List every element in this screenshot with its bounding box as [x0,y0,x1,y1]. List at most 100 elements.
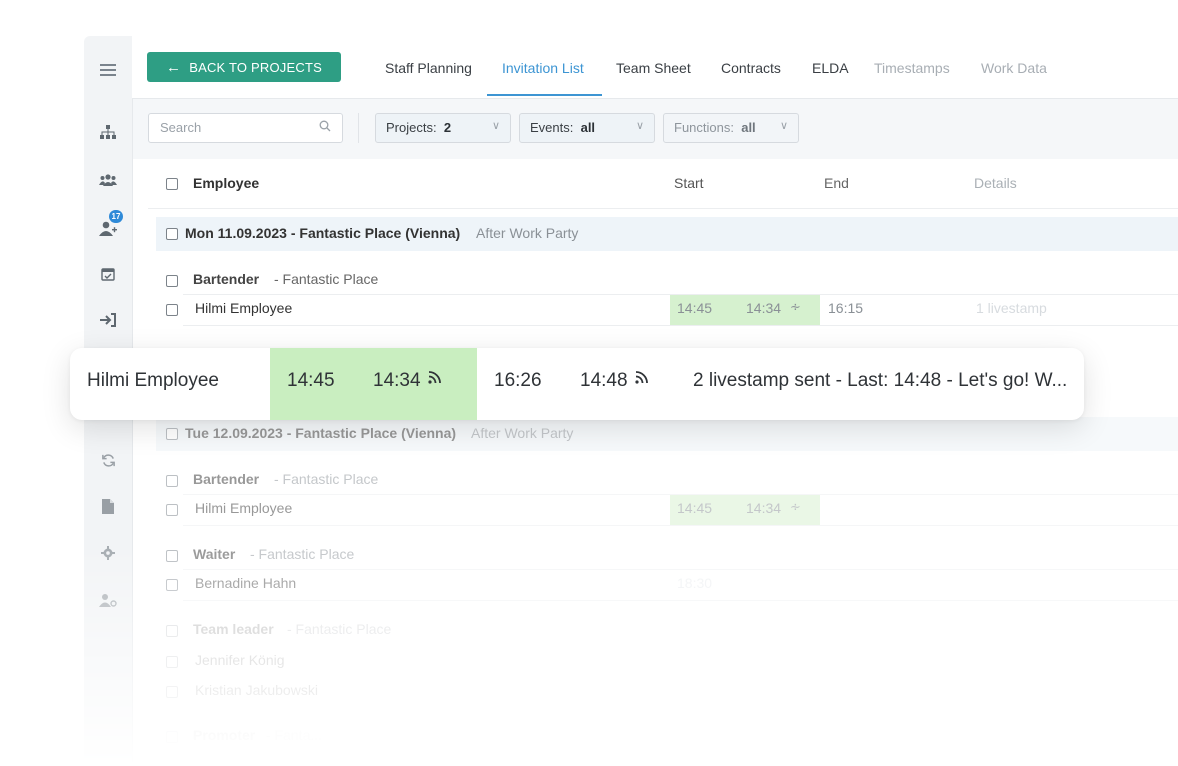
table-header: Employee Start End Details [148,159,1178,209]
date-label: Tue 12.09.2023 - Fantastic Place (Vienna… [185,425,457,441]
function-checkbox[interactable] [166,625,178,637]
filter-divider [358,113,359,143]
user-settings-icon[interactable] [96,588,120,612]
tab-elda[interactable]: ELDA [812,60,849,76]
end-stamp: 14:48 [580,370,628,391]
column-details: Details [974,175,1017,191]
notification-badge: 17 [109,210,123,223]
start-stamp: 14:34 [746,500,782,516]
function-role: Waiter [193,546,236,562]
invitation-table: Employee Start End Details Mon 11.09.202… [148,159,1178,766]
function-checkbox[interactable] [166,550,178,562]
chevron-down-icon: ∨ [635,120,644,132]
start-time: 14:45 [677,500,713,516]
function-place: - Fantastic Place [250,546,355,562]
function-role: Promoter [193,727,256,743]
date-row: Mon 11.09.2023 - Fantastic Place (Vienna… [156,217,1178,251]
sync-icon[interactable] [96,448,120,472]
employee-name[interactable]: Kristian Jakubowski [195,682,318,698]
row-checkbox[interactable] [166,504,178,516]
events-value: all [580,120,596,135]
row-divider [183,525,1178,526]
start-stamp: 14:34 [746,300,782,316]
highlighted-row-card[interactable]: Hilmi Employee 14:45 14:34 16:26 14:48 2… [70,348,1084,420]
tab-team-sheet[interactable]: Team Sheet [616,60,691,76]
top-nav: ← BACK TO PROJECTS Staff Planning Invita… [132,36,1178,98]
start-time: 18:30 [677,575,713,591]
function-place: - Fanta... [266,727,323,743]
org-chart-icon[interactable] [96,120,120,144]
back-button-label: BACK TO PROJECTS [189,59,322,75]
function-role: Bartender [193,471,260,487]
projects-label: Projects: [386,120,437,135]
active-tab-indicator [487,94,602,96]
details-text: 1 livestamp [976,300,1047,316]
chevron-down-icon: ∨ [491,120,500,132]
event-name: After Work Party [471,425,574,441]
row-checkbox[interactable] [166,304,178,316]
end-time: 16:26 [494,370,542,391]
end-time: 16:15 [828,300,864,316]
date-label: Mon 11.09.2023 - Fantastic Place (Vienna… [185,225,461,241]
event-name: After Work Party [476,225,579,241]
chevron-down-icon: ∨ [779,120,788,132]
calendar-check-icon[interactable] [96,262,120,286]
events-label: Events: [530,120,574,135]
row-divider [183,325,1178,326]
functions-dropdown[interactable]: Functions: all ∨ [663,113,799,143]
function-place: - Fantastic Place [287,621,392,637]
function-role: Bartender [193,271,260,287]
column-end: End [824,175,849,191]
tab-contracts[interactable]: Contracts [721,60,781,76]
search-icon [319,120,331,135]
add-user-icon[interactable]: 17 [96,210,123,240]
back-to-projects-button[interactable]: ← BACK TO PROJECTS [147,52,341,82]
row-divider [183,600,1178,601]
function-place: - Fantastic Place [274,471,379,487]
function-checkbox[interactable] [166,275,178,287]
tab-work-data[interactable]: Work Data [981,60,1047,76]
projects-value: 2 [443,120,452,135]
row-checkbox[interactable] [166,686,178,698]
tab-timestamps[interactable]: Timestamps [874,60,950,76]
end-stamp-group: 14:48 [580,370,650,392]
employee-name[interactable]: Bernadine Hahn [195,575,296,591]
start-time: 14:45 [287,370,335,391]
row-checkbox[interactable] [166,579,178,591]
function-checkbox[interactable] [166,731,178,743]
projects-dropdown[interactable]: Projects: 2 ∨ [375,113,511,143]
date-checkbox[interactable] [166,428,178,440]
events-dropdown[interactable]: Events: all ∨ [519,113,655,143]
start-time: 14:45 [677,300,713,316]
date-row: Tue 12.09.2023 - Fantastic Place (Vienna… [156,417,1178,451]
rss-icon [634,369,650,389]
rss-icon [427,369,443,389]
column-employee: Employee [193,175,260,191]
functions-label: Functions: [674,120,734,135]
function-role: Team leader [193,621,274,637]
sign-in-icon[interactable] [96,308,120,332]
function-place: - Fantastic Place [274,271,379,287]
employee-name[interactable]: Hilmi Employee [195,500,292,516]
menu-icon[interactable] [96,58,120,82]
functions-value: all [741,120,756,135]
content-panel: Search Projects: 2 ∨ Events: all ∨ Funct… [132,98,1178,766]
row-divider [183,569,1178,570]
start-stamp: 14:34 [373,370,421,391]
settings-icon[interactable] [96,541,120,565]
employee-name[interactable]: Hilmi Employee [195,300,292,316]
employee-name[interactable]: Jennifer König [195,652,285,668]
date-checkbox[interactable] [166,228,178,240]
tab-invitation-list[interactable]: Invitation List [502,60,584,76]
employee-name: Hilmi Employee [87,370,219,391]
search-input[interactable]: Search [148,113,343,143]
file-icon[interactable] [96,494,120,518]
tab-staff-planning[interactable]: Staff Planning [385,60,472,76]
users-icon[interactable] [96,168,120,192]
row-checkbox[interactable] [166,656,178,668]
details-text: 2 livestamp sent - Last: 14:48 - Let's g… [693,370,1068,391]
filter-bar: Search Projects: 2 ∨ Events: all ∨ Funct… [133,99,1178,159]
function-checkbox[interactable] [166,475,178,487]
select-all-checkbox[interactable] [166,178,178,190]
start-stamp-group: 14:34 [373,370,443,392]
